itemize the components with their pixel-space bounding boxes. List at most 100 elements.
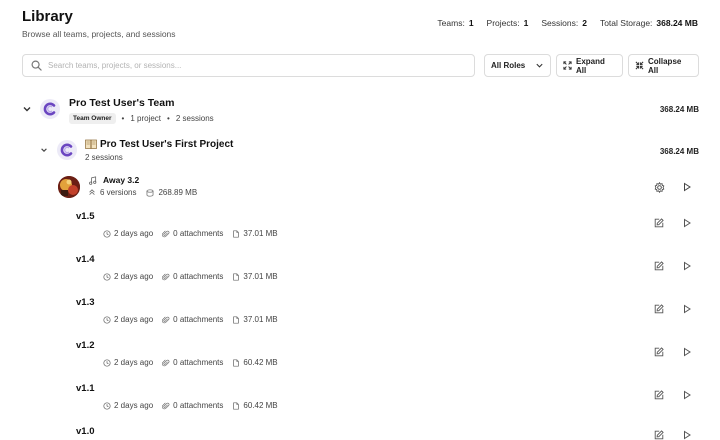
version-name[interactable]: v1.1 xyxy=(76,383,95,394)
edit-version-button[interactable] xyxy=(652,428,666,440)
project-name: Pro Test User's First Project xyxy=(100,139,234,150)
version-name[interactable]: v1.0 xyxy=(76,426,95,437)
project-toggle-chevron[interactable] xyxy=(40,146,48,154)
chevron-down-icon xyxy=(535,61,544,70)
version-size: 37.01 MB xyxy=(243,315,278,324)
edit-icon xyxy=(654,304,664,314)
version-meta: 2 days ago 0 attachments 60.42 MB xyxy=(103,358,278,367)
team-role-badge: Team Owner xyxy=(69,113,116,124)
team-size: 368.24 MB xyxy=(659,105,699,114)
version-name[interactable]: v1.3 xyxy=(76,297,95,308)
expand-all-button[interactable]: Expand All xyxy=(556,54,623,77)
stat-sessions: Sessions: 2 xyxy=(541,18,587,28)
version-attachments: 0 attachments xyxy=(173,358,224,367)
version-meta: 2 days ago 0 attachments 60.42 MB xyxy=(103,401,278,410)
session-title[interactable]: Away 3.2 xyxy=(88,175,139,185)
play-icon xyxy=(682,182,692,192)
paperclip-icon xyxy=(162,316,170,324)
play-version-button[interactable] xyxy=(680,388,694,402)
version-time: 2 days ago xyxy=(114,272,154,281)
session-size: 268.89 MB xyxy=(158,188,198,197)
toolbar: All Roles Expand All Collapse All xyxy=(22,54,699,77)
music-note-icon xyxy=(88,175,97,185)
edit-icon xyxy=(654,347,664,357)
version-attachments: 0 attachments xyxy=(173,401,224,410)
roles-filter-label: All Roles xyxy=(491,61,526,70)
expand-icon xyxy=(563,61,572,70)
version-size: 60.42 MB xyxy=(243,401,278,410)
version-size: 37.01 MB xyxy=(243,229,278,238)
play-icon xyxy=(682,304,692,314)
version-time: 2 days ago xyxy=(114,358,154,367)
play-version-button[interactable] xyxy=(680,428,694,440)
search-box[interactable] xyxy=(22,54,475,77)
session-name: Away 3.2 xyxy=(103,175,140,185)
project-logo-icon xyxy=(57,140,77,160)
play-icon xyxy=(682,218,692,228)
edit-icon xyxy=(654,218,664,228)
play-icon xyxy=(682,347,692,357)
team-project-count: 1 project xyxy=(130,114,162,123)
play-version-button[interactable] xyxy=(680,345,694,359)
version-time: 2 days ago xyxy=(114,229,154,238)
version-attachments: 0 attachments xyxy=(173,315,224,324)
chevron-down-icon xyxy=(22,104,32,114)
play-version-button[interactable] xyxy=(680,216,694,230)
team-logo-icon xyxy=(40,99,60,119)
page-header: Library Browse all teams, projects, and … xyxy=(22,8,698,44)
paperclip-icon xyxy=(162,359,170,367)
version-name[interactable]: v1.5 xyxy=(76,211,95,222)
edit-version-button[interactable] xyxy=(652,259,666,273)
file-icon xyxy=(232,272,240,281)
team-session-count: 2 sessions xyxy=(175,114,214,123)
edit-version-button[interactable] xyxy=(652,388,666,402)
paperclip-icon xyxy=(162,402,170,410)
edit-version-button[interactable] xyxy=(652,345,666,359)
version-attachments: 0 attachments xyxy=(173,229,224,238)
library-stats: Teams: 1 Projects: 1 Sessions: 2 Total Stor… xyxy=(437,18,698,28)
edit-icon xyxy=(654,390,664,400)
clock-icon xyxy=(103,229,111,238)
edit-version-button[interactable] xyxy=(652,302,666,316)
session-play-button[interactable] xyxy=(680,180,694,194)
session-settings-button[interactable] xyxy=(652,180,666,194)
version-meta: 2 days ago 0 attachments 37.01 MB xyxy=(103,229,278,238)
edit-icon xyxy=(654,430,664,440)
play-icon xyxy=(682,261,692,271)
team-name[interactable]: Pro Test User's Team xyxy=(69,97,174,109)
version-time: 2 days ago xyxy=(114,401,154,410)
clock-icon xyxy=(103,401,111,410)
file-icon xyxy=(232,229,240,238)
collapse-all-label: Collapse All xyxy=(648,56,682,75)
stat-teams: Teams: 1 xyxy=(437,18,474,28)
file-icon xyxy=(232,401,240,410)
play-version-button[interactable] xyxy=(680,259,694,273)
play-version-button[interactable] xyxy=(680,302,694,316)
version-meta: 2 days ago 0 attachments 37.01 MB xyxy=(103,272,278,281)
version-meta: 2 days ago 0 attachments 37.01 MB xyxy=(103,315,278,324)
project-title[interactable]: Pro Test User's First Project xyxy=(85,139,233,150)
edit-version-button[interactable] xyxy=(652,216,666,230)
search-icon xyxy=(31,60,42,71)
version-name[interactable]: v1.2 xyxy=(76,340,95,351)
version-name[interactable]: v1.4 xyxy=(76,254,95,265)
page-subtitle: Browse all teams, projects, and sessions xyxy=(22,29,176,39)
roles-filter-select[interactable]: All Roles xyxy=(484,54,551,77)
chevron-down-icon xyxy=(40,146,48,154)
version-size: 60.42 MB xyxy=(243,358,278,367)
expand-all-label: Expand All xyxy=(576,56,605,75)
stat-projects: Projects: 1 xyxy=(486,18,529,28)
storage-icon xyxy=(146,188,154,197)
version-size: 37.01 MB xyxy=(243,272,278,281)
session-version-count: 6 versions xyxy=(100,188,137,197)
clock-icon xyxy=(103,272,111,281)
team-toggle-chevron[interactable] xyxy=(22,104,32,114)
session-meta: 6 versions 268.89 MB xyxy=(88,188,197,197)
search-input[interactable] xyxy=(48,61,448,70)
collapse-all-button[interactable]: Collapse All xyxy=(628,54,699,77)
project-size: 368.24 MB xyxy=(659,147,699,156)
collapse-icon xyxy=(635,61,644,70)
gear-icon xyxy=(654,181,665,193)
version-time: 2 days ago xyxy=(114,315,154,324)
versions-icon xyxy=(88,188,96,197)
